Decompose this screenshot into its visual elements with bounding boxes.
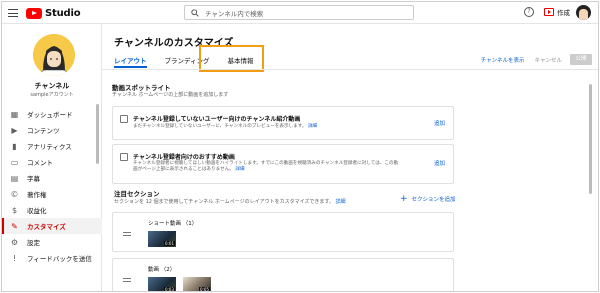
settings-icon: ⚙ xyxy=(10,237,19,247)
content-icon: ▶ xyxy=(11,125,18,135)
shelf-videos[interactable]: 動画 （2） 0:03 0:05 xyxy=(112,258,454,292)
highlight-box xyxy=(199,45,264,72)
studio-window: Studio チャンネル内で検索 ? 作成 チャンネル sampleアカウント … xyxy=(1,1,599,292)
card-desc-text: まだチャンネル登録していないユーザーに、チャンネルのプレビューを表示します。 xyxy=(133,124,307,129)
sidebar-item-content[interactable]: ▶ コンテンツ xyxy=(2,122,102,138)
card-title: チャンネル登録していないユーザー向けのチャンネル紹介動画 xyxy=(133,116,301,123)
featured-desc: セクションを 12 個まで使用してチャンネル ホームページのレイアウトをカスタマ… xyxy=(114,198,346,205)
feedback-icon: ! xyxy=(12,253,17,263)
sidebar-item-label: 字幕 xyxy=(27,175,40,183)
video-thumbnail[interactable]: 0:05 xyxy=(183,277,211,292)
sidebar-item-analytics[interactable]: ▮ アナリティクス xyxy=(2,138,102,154)
video-thumbnail[interactable]: 0:03 xyxy=(148,277,176,292)
sidebar-item-comment[interactable]: ▭ コメント xyxy=(2,154,102,170)
sidebar-item-label: コメント xyxy=(27,159,53,167)
card-desc: まだチャンネル登録していないユーザーに、チャンネルのプレビューを表示します。 詳… xyxy=(133,124,423,130)
create-label: 作成 xyxy=(557,9,570,17)
sidebar-nav: ▦ ダッシュボード ▶ コンテンツ ▮ アナリティクス ▭ コメント ▤ 字幕 © 著作権 $ 収益化 ✎ カ… xyxy=(2,106,102,266)
youtube-logo-icon xyxy=(26,7,42,19)
learn-more-link[interactable]: 詳細 xyxy=(336,199,346,205)
account-avatar[interactable] xyxy=(576,5,591,20)
card-desc-line1: チャンネル登録者に視聴してほしい動画をハイライトします。すでにこの動画を視聴済み… xyxy=(133,161,399,166)
spotlight-desc: チャンネル ホームページの上部に動画を追加します xyxy=(112,92,229,98)
studio-logo[interactable]: Studio xyxy=(26,7,81,19)
add-button[interactable]: 追加 xyxy=(434,119,445,127)
customize-icon: ✎ xyxy=(11,221,18,231)
sidebar-item-settings[interactable]: ⚙ 設定 xyxy=(2,234,102,250)
card-desc-line2: 画がページ上部に表示されることはありません。 xyxy=(133,167,234,172)
sidebar-item-feedback[interactable]: ! フィードバックを送信 xyxy=(2,250,102,266)
add-button[interactable]: 追加 xyxy=(434,159,445,167)
search-icon xyxy=(191,8,199,17)
sidebar: チャンネル sampleアカウント ▦ ダッシュボード ▶ コンテンツ ▮ アナリティクス… xyxy=(2,24,102,291)
sidebar-item-label: アナリティクス xyxy=(27,143,72,151)
help-icon[interactable]: ? xyxy=(524,7,534,17)
shelf-label: 動画 （2） xyxy=(148,267,176,273)
learn-more-link[interactable]: 詳細 xyxy=(308,124,317,129)
sidebar-item-monetization[interactable]: $ 収益化 xyxy=(2,202,102,218)
comment-icon: ▭ xyxy=(10,157,19,167)
sidebar-scrollbar[interactable] xyxy=(96,104,99,164)
card-title: チャンネル登録者向けのおすすめ動画 xyxy=(133,154,235,161)
add-section-label: セクションを追加 xyxy=(411,197,456,203)
analytics-icon: ▮ xyxy=(12,141,17,151)
sidebar-item-label: コンテンツ xyxy=(27,127,60,135)
main-content: チャンネルのカスタマイズ レイアウト ブランディング 基本情報 チャンネルを表示… xyxy=(102,24,598,292)
duration-label: 0:03 xyxy=(164,287,175,292)
dashboard-icon: ▦ xyxy=(10,109,19,119)
add-section-button[interactable]: + セクションを追加 xyxy=(400,194,456,204)
sidebar-item-customize[interactable]: ✎ カスタマイズ xyxy=(2,218,102,234)
video-camera-icon xyxy=(544,8,554,16)
sidebar-item-label: カスタマイズ xyxy=(27,223,66,231)
publish-button[interactable]: 公開 xyxy=(570,54,592,65)
featured-title: 注目セクション xyxy=(114,190,160,198)
search-input[interactable]: チャンネル内で検索 xyxy=(184,5,414,20)
card-desc: チャンネル登録者に視聴してほしい動画をハイライトします。すでにこの動画を視聴済み… xyxy=(133,161,423,173)
sidebar-item-label: ダッシュボード xyxy=(27,111,73,119)
duration-label: 0:05 xyxy=(199,287,210,292)
plus-icon: + xyxy=(400,194,408,204)
channel-avatar[interactable] xyxy=(33,34,75,76)
monetization-icon: $ xyxy=(11,205,18,215)
menu-icon[interactable] xyxy=(8,9,18,17)
tab-divider xyxy=(102,69,598,70)
sidebar-item-label: 収益化 xyxy=(27,207,47,215)
header-actions: チャンネルを表示 キャンセル 公開 xyxy=(481,54,592,65)
sidebar-item-label: 著作権 xyxy=(27,191,47,199)
trailer-icon xyxy=(120,115,128,123)
drag-handle-icon[interactable] xyxy=(123,232,131,238)
video-thumbnail[interactable]: 0:01 xyxy=(148,231,176,247)
spotlight-card-trailer: チャンネル登録していないユーザー向けのチャンネル紹介動画 まだチャンネル登録して… xyxy=(112,106,454,140)
duration-label: 0:01 xyxy=(164,241,175,246)
top-bar: Studio チャンネル内で検索 ? 作成 xyxy=(2,2,598,24)
sidebar-item-subtitles[interactable]: ▤ 字幕 xyxy=(2,170,102,186)
copyright-icon: © xyxy=(10,189,19,199)
channel-name: チャンネル xyxy=(34,82,70,90)
featured-desc-text: セクションを 12 個まで使用してチャンネル ホームページのレイアウトをカスタマ… xyxy=(114,199,334,205)
spotlight-card-featured: チャンネル登録者向けのおすすめ動画 チャンネル登録者に視聴してほしい動画をハイラ… xyxy=(112,144,454,184)
shelf-shorts[interactable]: ショート動画 （1） 0:01 xyxy=(112,212,454,252)
tab-layout[interactable]: レイアウト xyxy=(114,54,147,68)
sidebar-item-dashboard[interactable]: ▦ ダッシュボード xyxy=(2,106,102,122)
learn-more-link[interactable]: 詳細 xyxy=(235,167,244,172)
sidebar-item-label: 設定 xyxy=(27,239,40,247)
sidebar-item-label: フィードバックを送信 xyxy=(27,255,92,263)
sidebar-item-copyright[interactable]: © 著作権 xyxy=(2,186,102,202)
main-scrollbar[interactable] xyxy=(589,84,592,194)
logo-text: Studio xyxy=(45,7,81,19)
subtitles-icon: ▤ xyxy=(10,173,19,183)
drag-handle-icon[interactable] xyxy=(123,278,131,284)
shelf-label: ショート動画 （1） xyxy=(148,221,198,227)
view-channel-button[interactable]: チャンネルを表示 xyxy=(481,56,525,64)
create-button[interactable]: 作成 xyxy=(544,6,570,18)
search-placeholder: チャンネル内で検索 xyxy=(205,9,264,18)
featured-video-icon xyxy=(120,153,128,161)
channel-account: sampleアカウント xyxy=(30,92,74,98)
cancel-button[interactable]: キャンセル xyxy=(534,56,562,64)
